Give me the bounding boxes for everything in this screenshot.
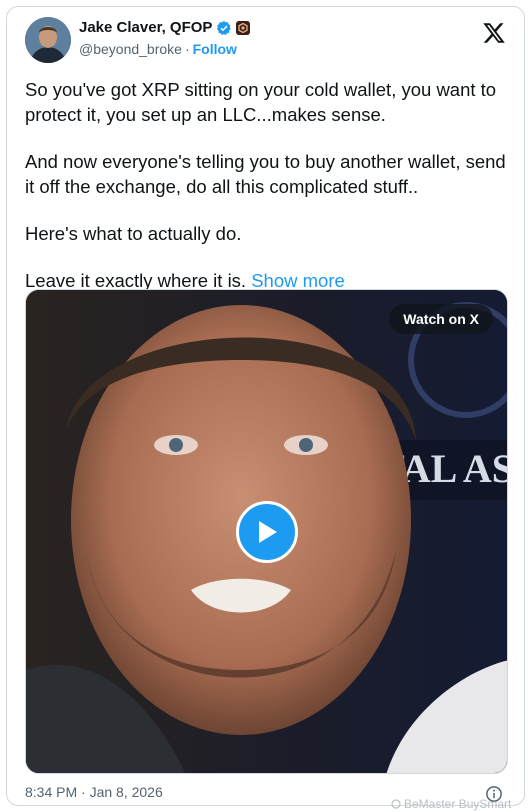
author-handle[interactable]: @beyond_broke (79, 41, 182, 57)
separator-dot: · (184, 41, 190, 57)
author-name[interactable]: Jake Claver, QFOP (79, 19, 212, 36)
tweet-timestamp[interactable]: 8:34 PM · Jan 8, 2026 (25, 784, 163, 800)
tweet-paragraph-1: So you've got XRP sitting on your cold w… (25, 79, 497, 125)
author-name-row: Jake Claver, QFOP (79, 19, 251, 36)
tweet-paragraph-3: Here's what to actually do. (25, 223, 242, 244)
avatar-portrait (25, 17, 71, 63)
verified-badge-icon (217, 20, 232, 35)
watch-on-x-button[interactable]: Watch on X (389, 304, 493, 334)
affiliate-badge-icon[interactable] (236, 20, 251, 35)
x-logo-icon[interactable] (482, 21, 506, 45)
follow-button[interactable]: Follow (193, 41, 237, 57)
play-icon (258, 520, 277, 543)
show-more-link[interactable]: Show more (251, 270, 345, 291)
tweet-card[interactable]: Jake Claver, QFOP @beyond_broke · Follow S… (6, 6, 525, 811)
tweet-text: So you've got XRP sitting on your cold w… (25, 77, 515, 315)
watermark-icon (391, 799, 401, 809)
watermark: BeMaster BuySmart (391, 797, 511, 811)
video-player[interactable]: TAL AS Watch on X (25, 289, 508, 774)
watermark-text: BeMaster BuySmart (404, 797, 512, 811)
handle-row: @beyond_broke · Follow (79, 41, 237, 57)
play-button[interactable] (235, 500, 298, 563)
avatar[interactable] (25, 17, 71, 63)
tweet-last-line: Leave it exactly where it is. (25, 270, 247, 291)
tweet-paragraph-2: And now everyone's telling you to buy an… (25, 151, 506, 197)
